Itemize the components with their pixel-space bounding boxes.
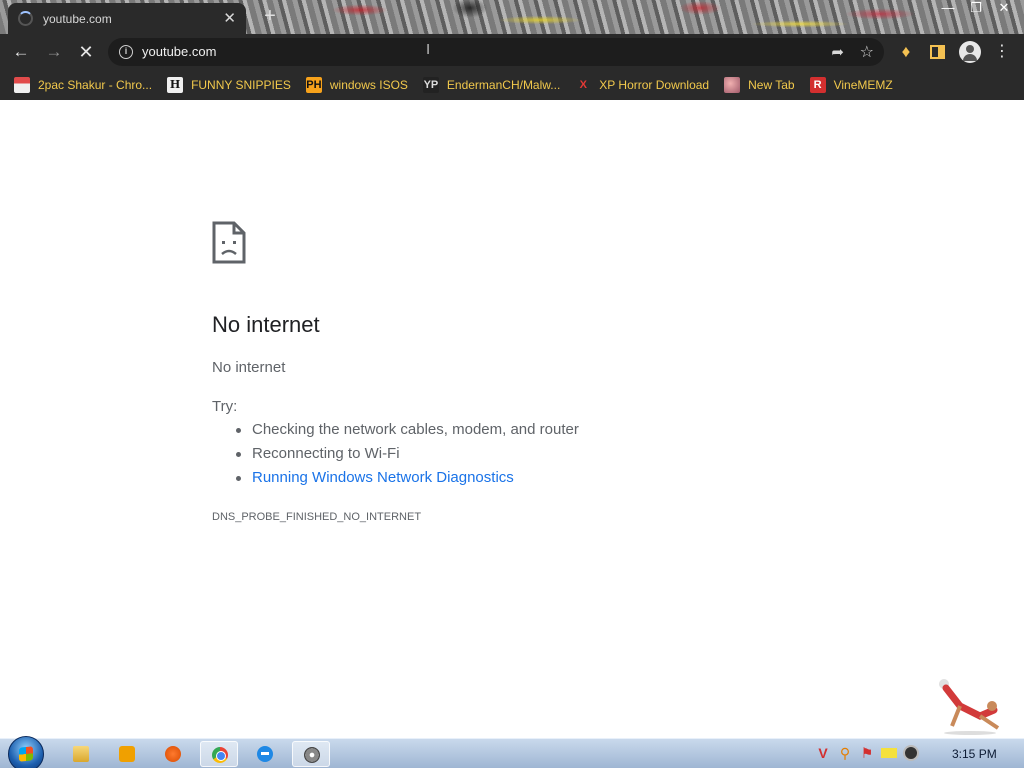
- taskbar-chrome[interactable]: [200, 741, 238, 767]
- suggestion-item: Reconnecting to Wi-Fi: [236, 445, 579, 469]
- disc-icon: [304, 747, 320, 763]
- h-favicon-icon: H: [167, 77, 184, 93]
- system-clock[interactable]: 3:15 PM: [952, 747, 997, 761]
- ph-favicon-icon: PH: [305, 77, 322, 93]
- suggestions-list: Checking the network cables, modem, and …: [236, 421, 579, 493]
- search-tray-icon[interactable]: ⚲: [837, 745, 853, 761]
- window-controls: — ❐ ✕: [934, 0, 1018, 18]
- tab-title: youtube.com: [43, 11, 112, 26]
- taskbar-media-player[interactable]: [108, 741, 146, 767]
- forward-arrow-icon[interactable]: →: [44, 42, 64, 62]
- profile-avatar-icon[interactable]: [959, 41, 981, 63]
- bookmark-xp-horror[interactable]: X XP Horror Download: [575, 77, 710, 93]
- taskbar-internet-explorer[interactable]: [246, 741, 284, 767]
- chrome-icon: [212, 747, 228, 763]
- v-tray-icon[interactable]: V: [815, 745, 831, 761]
- sad-document-icon: [212, 221, 246, 264]
- back-arrow-icon[interactable]: ←: [11, 42, 31, 62]
- text-cursor-icon: I: [426, 41, 431, 58]
- folder-icon: [73, 746, 89, 762]
- bookmark-label: 2pac Shakur - Chro...: [38, 78, 153, 92]
- bookmark-label: windows ISOS: [329, 78, 408, 92]
- error-subtitle: No internet: [212, 359, 286, 376]
- bookmark-2pac[interactable]: 2pac Shakur - Chro...: [14, 77, 152, 93]
- clock-app-tray-icon[interactable]: [903, 745, 919, 761]
- menu-kebab-icon[interactable]: ⋮: [992, 42, 1012, 62]
- try-label: Try:: [212, 398, 238, 415]
- taskbar-disc-app[interactable]: [292, 741, 330, 767]
- url-text[interactable]: youtube.com: [142, 44, 216, 59]
- site-info-icon[interactable]: i: [119, 45, 133, 59]
- extensions-puzzle-icon[interactable]: ♦: [896, 42, 916, 62]
- bookmark-label: XP Horror Download: [599, 78, 710, 92]
- bookmark-star-icon[interactable]: ☆: [860, 42, 874, 62]
- yp-favicon-icon: YP: [422, 77, 439, 93]
- dancing-figure-image: [939, 679, 1000, 735]
- loading-spinner-icon: [18, 11, 33, 26]
- stop-loading-icon[interactable]: ✕: [76, 42, 96, 62]
- start-button[interactable]: [8, 736, 44, 768]
- tab-close-icon[interactable]: ✕: [223, 11, 236, 26]
- bookmarks-bar: 2pac Shakur - Chro... H FUNNY SNIPPIES P…: [0, 70, 1024, 100]
- internet-explorer-icon: [257, 746, 273, 762]
- bookmark-funny-snippies[interactable]: H FUNNY SNIPPIES: [167, 77, 291, 93]
- paint-icon: [165, 746, 181, 762]
- 2pac-favicon-icon: [14, 77, 30, 93]
- error-title: No internet: [212, 312, 320, 337]
- taskbar-paint[interactable]: [154, 741, 192, 767]
- side-panel-icon[interactable]: [930, 45, 945, 59]
- page-content: No internet No internet Try: Checking th…: [0, 100, 1024, 738]
- title-bar: youtube.com ✕ + — ❐ ✕: [0, 0, 1024, 34]
- new-tab-favicon-icon: [724, 77, 741, 93]
- minimize-button[interactable]: —: [934, 0, 962, 18]
- bookmark-new-tab[interactable]: New Tab: [724, 77, 795, 93]
- bookmark-label: EndermanCH/Malw...: [446, 78, 561, 92]
- r-favicon-icon: R: [809, 77, 826, 93]
- suggestion-item: Checking the network cables, modem, and …: [236, 421, 579, 445]
- bookmark-windows-isos[interactable]: PH windows ISOS: [305, 77, 408, 93]
- network-diagnostics-link[interactable]: Running Windows Network Diagnostics: [236, 469, 579, 493]
- share-icon[interactable]: ➦: [831, 43, 844, 61]
- action-center-flag-icon[interactable]: ⚑: [859, 745, 875, 761]
- taskbar: V ⚲ ⚑ 3:15 PM: [0, 736, 1024, 768]
- bookmark-label: FUNNY SNIPPIES: [191, 78, 291, 92]
- error-code: DNS_PROBE_FINISHED_NO_INTERNET: [212, 511, 422, 523]
- address-bar[interactable]: i youtube.com I ➦ ☆: [108, 38, 884, 66]
- restore-button[interactable]: ❐: [962, 0, 990, 18]
- media-player-icon: [119, 746, 135, 762]
- bookmark-endermanch[interactable]: YP EndermanCH/Malw...: [422, 77, 561, 93]
- bookmark-label: New Tab: [748, 78, 795, 92]
- bookmark-vinememz[interactable]: R VineMEMZ: [809, 77, 893, 93]
- system-tray: V ⚲ ⚑: [815, 745, 919, 761]
- taskbar-explorer[interactable]: [62, 741, 100, 767]
- browser-tab[interactable]: youtube.com ✕: [8, 3, 246, 34]
- x-favicon-icon: X: [579, 79, 587, 91]
- notes-tray-icon[interactable]: [881, 748, 897, 758]
- bookmark-label: VineMEMZ: [833, 78, 893, 92]
- close-window-button[interactable]: ✕: [990, 0, 1018, 18]
- theme-background: [240, 0, 940, 34]
- new-tab-button[interactable]: +: [260, 6, 280, 27]
- browser-toolbar: ← → ✕ i youtube.com I ➦ ☆ ♦ ⋮: [0, 34, 1024, 70]
